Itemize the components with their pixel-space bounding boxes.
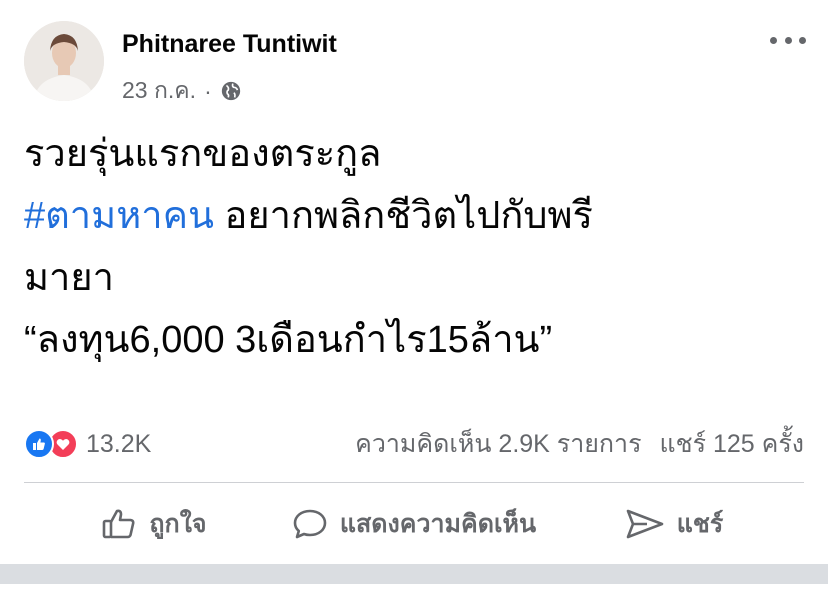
avatar[interactable] [24, 21, 104, 101]
hashtag-link[interactable]: #ตามหาคน [24, 195, 214, 237]
avatar-photo [24, 21, 104, 101]
reaction-count: 13.2K [86, 429, 152, 458]
post-line: รวยรุ่นแรกของตระกูล [24, 133, 382, 175]
post-line: “ลงทุน6,000 3เดือนกำไร15ล้าน” [24, 319, 553, 361]
post-line: #ตามหาคน อยากพลิกชีวิตไปกับพรี [24, 185, 804, 247]
post-date[interactable]: 23 ก.ค. [122, 73, 196, 109]
comments-count[interactable]: ความคิดเห็น 2.9K รายการ [355, 424, 641, 464]
thumbs-up-icon [103, 509, 135, 539]
comment-bubble-icon [293, 509, 327, 539]
more-dot [770, 36, 777, 44]
reactions-summary[interactable]: 13.2K [24, 429, 151, 459]
share-arrow-icon [626, 509, 664, 539]
engagement-counts: ความคิดเห็น 2.9K รายการ แชร์ 125 ครั้ง [355, 424, 804, 464]
like-icon [24, 429, 54, 459]
meta-separator: · [204, 77, 212, 104]
share-label: แชร์ [676, 510, 724, 538]
more-dot [784, 36, 792, 44]
post-meta: 23 ก.ค. · [122, 76, 242, 106]
post-line: มายา [24, 257, 114, 299]
more-dot [799, 36, 806, 44]
facebook-post: Phitnaree Tuntiwit 23 ก.ค. · รวยรุ่นแรกข… [0, 0, 828, 601]
post-line-text: อยากพลิกชีวิตไปกับพรี [213, 195, 593, 237]
shares-count[interactable]: แชร์ 125 ครั้ง [660, 424, 804, 464]
divider [24, 482, 804, 483]
like-label: ถูกใจ [149, 510, 207, 538]
post-actions: ถูกใจ แสดงความคิดเห็น แชร์ [24, 496, 804, 552]
feed-separator [0, 564, 828, 584]
like-button[interactable]: ถูกใจ [24, 504, 284, 544]
post-text: รวยรุ่นแรกของตระกูล #ตามหาคน อยากพลิกชีว… [24, 123, 804, 371]
more-options-button[interactable] [770, 30, 806, 50]
author-name[interactable]: Phitnaree Tuntiwit [122, 30, 337, 59]
comment-label: แสดงความคิดเห็น [339, 510, 537, 538]
share-button[interactable]: แชร์ [544, 504, 804, 544]
globe-icon[interactable] [220, 80, 242, 102]
post-stats: 13.2K ความคิดเห็น 2.9K รายการ แชร์ 125 ค… [24, 424, 804, 464]
comment-button[interactable]: แสดงความคิดเห็น [284, 504, 544, 544]
